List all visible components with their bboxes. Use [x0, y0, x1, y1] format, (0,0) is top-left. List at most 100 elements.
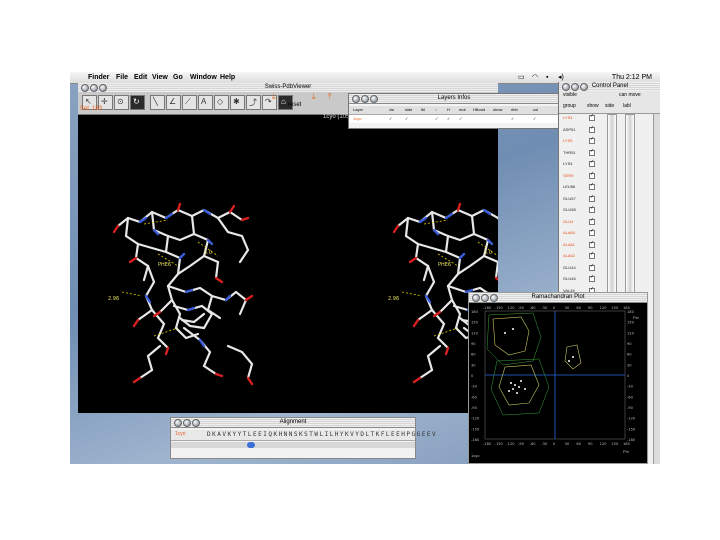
show-checkbox[interactable] [589, 194, 595, 202]
layer-row[interactable]: 1cyo ✓ ✓ ✓ ✓ ✓ ✓ ✓ [349, 115, 559, 123]
alignment-sequence-row[interactable]: 1cyo DKAVKYYTLEEIQKHNNSKSTWLILHYKVYDLTKF… [171, 430, 436, 441]
minimize-button[interactable] [571, 83, 579, 91]
zoom-button[interactable] [99, 84, 107, 92]
show-checkbox[interactable] [589, 251, 595, 259]
alignment-titlebar[interactable]: Alignment [171, 418, 415, 428]
residue-name[interactable]: LYS5 [563, 137, 583, 144]
visible-checkbox-label[interactable]: visible [563, 92, 577, 98]
rotate-tool-button[interactable]: ↻ [130, 95, 145, 110]
residue-point[interactable] [568, 360, 570, 362]
minimize-button[interactable] [183, 419, 191, 427]
layers-titlebar[interactable]: Layers Infos [349, 94, 559, 104]
residue-name[interactable]: SER5 [563, 172, 583, 179]
zoom-button[interactable] [490, 294, 498, 302]
menu-window[interactable]: Window [190, 72, 217, 83]
show-checkbox[interactable] [589, 171, 595, 179]
show-checkbox[interactable] [589, 182, 595, 190]
show-checkbox[interactable] [589, 217, 595, 225]
y-tick-label: 150 [471, 321, 479, 325]
can-move-label[interactable]: can move [619, 92, 641, 98]
zoom-tool-button[interactable]: ⊙ [114, 95, 129, 110]
reset-label[interactable]: reset [288, 102, 301, 108]
residue-point[interactable] [504, 332, 506, 334]
residue-point[interactable] [512, 328, 514, 330]
alignment-scroll-thumb[interactable] [247, 442, 255, 448]
monitor-icon[interactable]: ▭ [518, 72, 525, 83]
residue-point[interactable] [524, 388, 526, 390]
residue-name[interactable]: GLU4 [563, 218, 583, 225]
show-checkbox[interactable] [589, 148, 595, 156]
label-tool-button[interactable]: A [198, 95, 213, 110]
minimize-button[interactable] [361, 95, 369, 103]
angle-tool-button[interactable]: ∠ [166, 95, 181, 110]
residue-name[interactable]: GLU57 [563, 195, 583, 202]
residue-name[interactable]: LYS4 [563, 114, 583, 121]
wifi-icon[interactable]: ◠ [532, 72, 538, 83]
residue-name[interactable]: ALA62 [563, 252, 583, 259]
layer-cell[interactable]: ✓ [533, 115, 536, 123]
residue-name[interactable]: LEU56 [563, 183, 583, 190]
residue-point[interactable] [510, 382, 512, 384]
residue-name[interactable]: GLU58 [563, 206, 583, 213]
alignment-sequence[interactable]: DKAVKYYTLEEIQKHNNSKSTWLILHYKVYDLTKFLEEHP… [207, 431, 437, 438]
layer-cell[interactable]: ✓ [435, 115, 438, 123]
molecule-viewport[interactable]: PHE6 3.0 2.96 [78, 121, 534, 413]
show-checkbox[interactable] [589, 263, 595, 271]
residue-point[interactable] [508, 390, 510, 392]
residue-point[interactable] [514, 384, 516, 386]
menu-go[interactable]: Go [173, 72, 183, 83]
control-panel-scrollbar[interactable] [653, 114, 660, 464]
residue-name[interactable]: ASP51 [563, 126, 583, 133]
menu-help[interactable]: Help [220, 72, 235, 83]
residue-name[interactable]: GLU44 [563, 264, 583, 271]
ramachandran-plot[interactable]: -180 -150 -120 -90 -60 -30 0 30 60 90 120 150 180 -1… [469, 303, 647, 463]
residue-name[interactable]: THR51 [563, 149, 583, 156]
zoom-button[interactable] [580, 83, 588, 91]
ramachandran-titlebar[interactable]: Ramachandran Plot [469, 293, 647, 303]
residue-point[interactable] [516, 392, 518, 394]
menu-file[interactable]: File [116, 72, 128, 83]
residue-point[interactable] [572, 356, 574, 358]
layer-cell[interactable]: ✓ [459, 115, 462, 123]
residue-name[interactable]: GLU46 [563, 275, 583, 282]
residue-point[interactable] [518, 386, 520, 388]
residue-point[interactable] [512, 388, 514, 390]
show-checkbox[interactable] [589, 205, 595, 213]
zoom-button[interactable] [192, 419, 200, 427]
atom-icon: ◇ [217, 97, 224, 106]
show-checkbox[interactable] [589, 125, 595, 133]
menu-edit[interactable]: Edit [134, 72, 147, 83]
dihedral-tool-button[interactable]: ⟋ [182, 95, 197, 110]
zoom-button[interactable] [370, 95, 378, 103]
close-button[interactable] [352, 95, 360, 103]
layer-cell[interactable]: ✓ [447, 115, 450, 123]
center-atom-button[interactable]: ◇ [214, 95, 229, 110]
layer-cell[interactable]: ✓ [511, 115, 514, 123]
layer-cell[interactable]: ✓ [405, 115, 408, 123]
close-button[interactable] [174, 419, 182, 427]
neighbors-tool-button[interactable]: ✱ [230, 95, 245, 110]
close-button[interactable] [472, 294, 480, 302]
show-checkbox[interactable] [589, 274, 595, 282]
close-button[interactable] [81, 84, 89, 92]
mutate-tool-button[interactable]: ⤴ [246, 95, 261, 110]
show-checkbox[interactable] [589, 136, 595, 144]
minimize-button[interactable] [481, 294, 489, 302]
minimize-button[interactable] [90, 84, 98, 92]
layer-cell[interactable]: ✓ [389, 115, 392, 123]
show-checkbox[interactable] [589, 228, 595, 236]
alignment-scrollbar[interactable] [171, 442, 415, 448]
layers-col-header: Layer [353, 107, 364, 112]
residue-point[interactable] [520, 380, 522, 382]
residue-name[interactable]: ALA60 [563, 229, 583, 236]
menu-view[interactable]: View [152, 72, 168, 83]
show-checkbox[interactable] [589, 113, 595, 121]
residue-name[interactable]: LYS4 [563, 160, 583, 167]
show-checkbox[interactable] [589, 159, 595, 167]
menu-finder[interactable]: Finder [88, 72, 109, 83]
close-button[interactable] [562, 83, 570, 91]
show-checkbox[interactable] [589, 240, 595, 248]
flag-icon[interactable]: ▪ [546, 72, 548, 83]
residue-name[interactable]: ALA61 [563, 241, 583, 248]
distance-tool-button[interactable]: ╲ [150, 95, 165, 110]
